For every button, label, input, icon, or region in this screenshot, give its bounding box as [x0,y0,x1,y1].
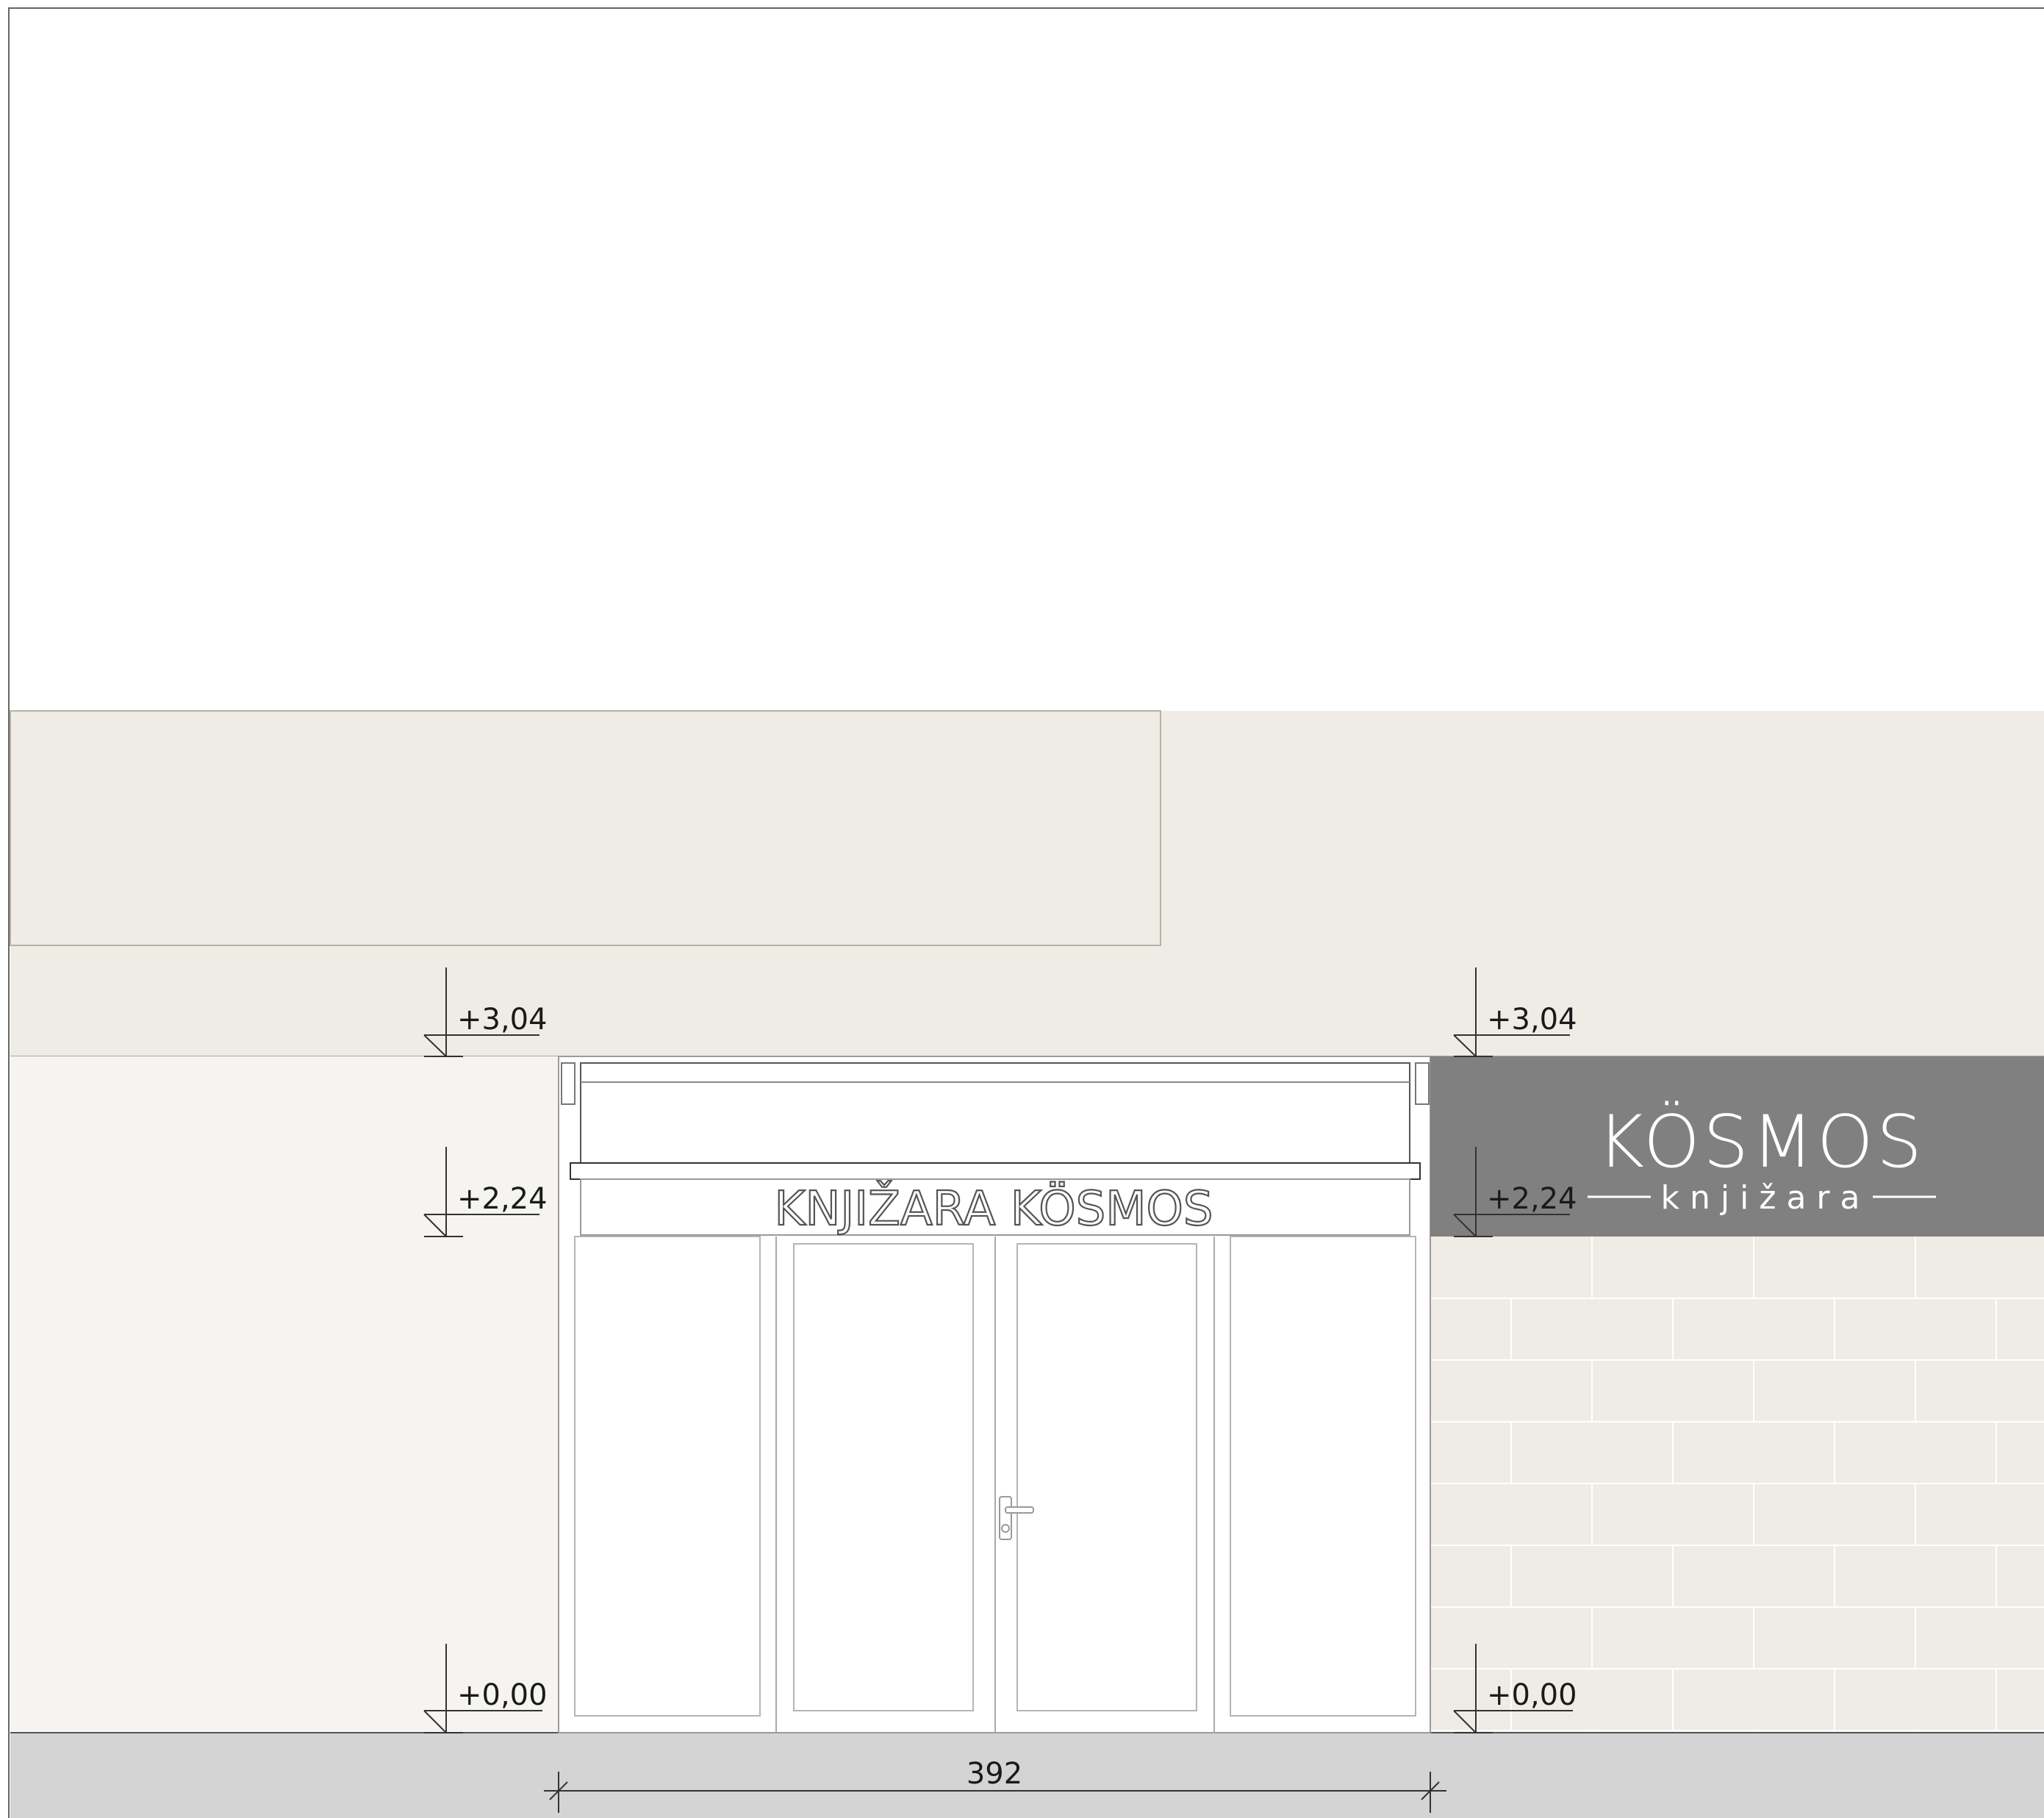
brick-wall-base [1430,1237,2044,1733]
upper-wall-panel [10,710,1161,946]
dimension-label: 392 [967,1757,1022,1791]
brand-logo-subtitle: knjižara [1661,1179,1871,1217]
brand-logo-text: KÖSMOS [1597,1101,1925,1184]
side-window-left [574,1236,761,1717]
storefront: KNJIŽARA KÖSMOS [558,1056,1431,1733]
door-handle-plate [999,1496,1012,1540]
door-handle-lever [1005,1506,1034,1514]
side-window-right [1230,1236,1416,1717]
elevation-label-right-top: +3,04 [1487,1003,1577,1037]
door-leaf-left [793,1243,974,1711]
awning-box [580,1062,1410,1164]
elevation-label-left-ground: +0,00 [457,1678,548,1712]
elevation-label-right-mid: +2,24 [1487,1182,1577,1216]
sidewalk [10,1733,2044,1818]
facade-elevation-drawing: KNJIŽARA KÖSMOS KÖSMOS knjižara +3,04 +2… [8,7,2044,1818]
door-leaf-right [1016,1243,1197,1711]
elevation-label-left-top: +3,04 [457,1003,548,1037]
elevation-label-right-ground: +0,00 [1487,1678,1577,1712]
brick-wall [1430,1237,2044,1733]
awning-rail [570,1162,1421,1180]
left-wall [10,1056,559,1733]
elevation-label-left-mid: +2,24 [457,1182,548,1216]
fascia-text: KNJIŽARA KÖSMOS [775,1181,1213,1237]
